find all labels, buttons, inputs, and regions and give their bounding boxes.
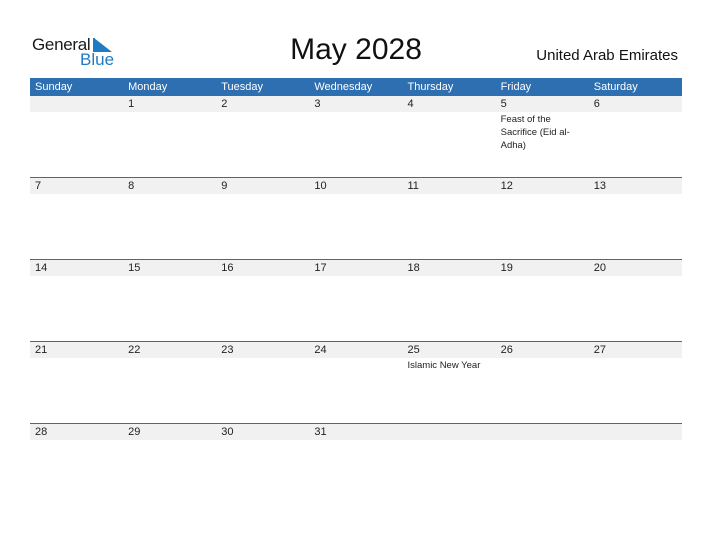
day-number: 24	[314, 344, 327, 356]
day-number: 22	[128, 344, 141, 356]
week-row: 1 2 3 4 5 6 Feast of the Sacrifice (Eid al-Adh…	[30, 96, 682, 177]
day-event	[216, 112, 309, 152]
day-event	[216, 440, 309, 441]
day-event	[123, 112, 216, 152]
day-number: 19	[500, 262, 513, 274]
day-number: 30	[221, 426, 234, 438]
day-event: Feast of the Sacrifice (Eid al-Adha)	[500, 114, 570, 151]
day-event	[30, 194, 123, 195]
day-event	[589, 358, 682, 372]
week-row: 28 29 30 31	[30, 423, 682, 505]
day-event	[30, 112, 123, 152]
events-row	[30, 276, 682, 277]
day-event	[123, 276, 216, 277]
day-number: 10	[314, 180, 327, 192]
day-event	[403, 112, 496, 152]
weekday-header: Sunday Monday Tuesday Wednesday Thursday…	[30, 78, 682, 96]
day-event	[30, 276, 123, 277]
day-event	[309, 112, 402, 152]
day-number: 27	[593, 344, 606, 356]
day-event	[30, 358, 123, 372]
events-row	[30, 194, 682, 195]
day-number: 1	[128, 98, 135, 110]
date-band: 28 29 30 31	[30, 424, 682, 440]
day-number	[30, 96, 123, 112]
day-event	[403, 440, 496, 441]
date-band: 21 22 23 24 25 26 27	[30, 342, 682, 358]
day-number: 31	[314, 426, 327, 438]
weekday-friday: Friday	[500, 81, 532, 93]
day-event: Islamic New Year	[407, 360, 481, 371]
day-event	[216, 276, 309, 277]
week-row: 7 8 9 10 11 12 13	[30, 177, 682, 259]
day-event	[403, 276, 496, 277]
week-row: 21 22 23 24 25 26 27 Islamic New Year	[30, 341, 682, 423]
day-number: 6	[593, 98, 600, 110]
day-number: 20	[593, 262, 606, 274]
day-number: 14	[35, 262, 48, 274]
day-event	[496, 358, 589, 372]
day-number: 17	[314, 262, 327, 274]
day-number	[589, 424, 682, 440]
day-number	[496, 424, 589, 440]
day-event	[589, 112, 682, 152]
events-row	[30, 440, 682, 441]
day-number: 7	[35, 180, 42, 192]
day-number: 28	[35, 426, 48, 438]
day-number: 13	[593, 180, 606, 192]
country-label: United Arab Emirates	[536, 47, 678, 64]
day-event	[589, 194, 682, 195]
calendar-grid: Sunday Monday Tuesday Wednesday Thursday…	[30, 78, 682, 505]
day-event	[123, 358, 216, 372]
day-number: 25	[407, 344, 420, 356]
day-event	[496, 276, 589, 277]
weekday-sunday: Sunday	[35, 81, 73, 93]
weekday-thursday: Thursday	[407, 81, 454, 93]
day-event	[496, 194, 589, 195]
events-row: Islamic New Year	[30, 358, 682, 372]
date-band: 1 2 3 4 5 6	[30, 96, 682, 112]
day-event	[216, 358, 309, 372]
day-number	[403, 424, 496, 440]
weekday-saturday: Saturday	[593, 81, 638, 93]
day-number: 9	[221, 180, 228, 192]
day-event	[309, 440, 402, 441]
day-number: 12	[500, 180, 513, 192]
day-event	[216, 194, 309, 195]
day-event	[123, 194, 216, 195]
day-number: 23	[221, 344, 234, 356]
day-event	[309, 358, 402, 372]
day-number: 21	[35, 344, 48, 356]
day-number: 11	[407, 180, 419, 192]
weekday-monday: Monday	[128, 81, 168, 93]
day-event	[309, 276, 402, 277]
day-event	[496, 440, 589, 441]
day-number: 3	[314, 98, 321, 110]
day-number: 18	[407, 262, 420, 274]
day-event	[589, 276, 682, 277]
day-number: 16	[221, 262, 234, 274]
day-number: 26	[500, 344, 513, 356]
day-number: 5	[500, 98, 507, 110]
day-number: 4	[407, 98, 414, 110]
day-event	[309, 194, 402, 195]
events-row: Feast of the Sacrifice (Eid al-Adha)	[30, 112, 682, 152]
day-number: 15	[128, 262, 141, 274]
date-band: 7 8 9 10 11 12 13	[30, 178, 682, 194]
date-band: 14 15 16 17 18 19 20	[30, 260, 682, 276]
day-number: 2	[221, 98, 228, 110]
day-event	[123, 440, 216, 441]
day-event	[403, 194, 496, 195]
day-number: 29	[128, 426, 141, 438]
day-number: 8	[128, 180, 135, 192]
day-event	[589, 440, 682, 441]
weekday-wednesday: Wednesday	[314, 81, 373, 93]
weekday-tuesday: Tuesday	[221, 81, 264, 93]
day-event	[30, 440, 123, 441]
week-row: 14 15 16 17 18 19 20	[30, 259, 682, 341]
